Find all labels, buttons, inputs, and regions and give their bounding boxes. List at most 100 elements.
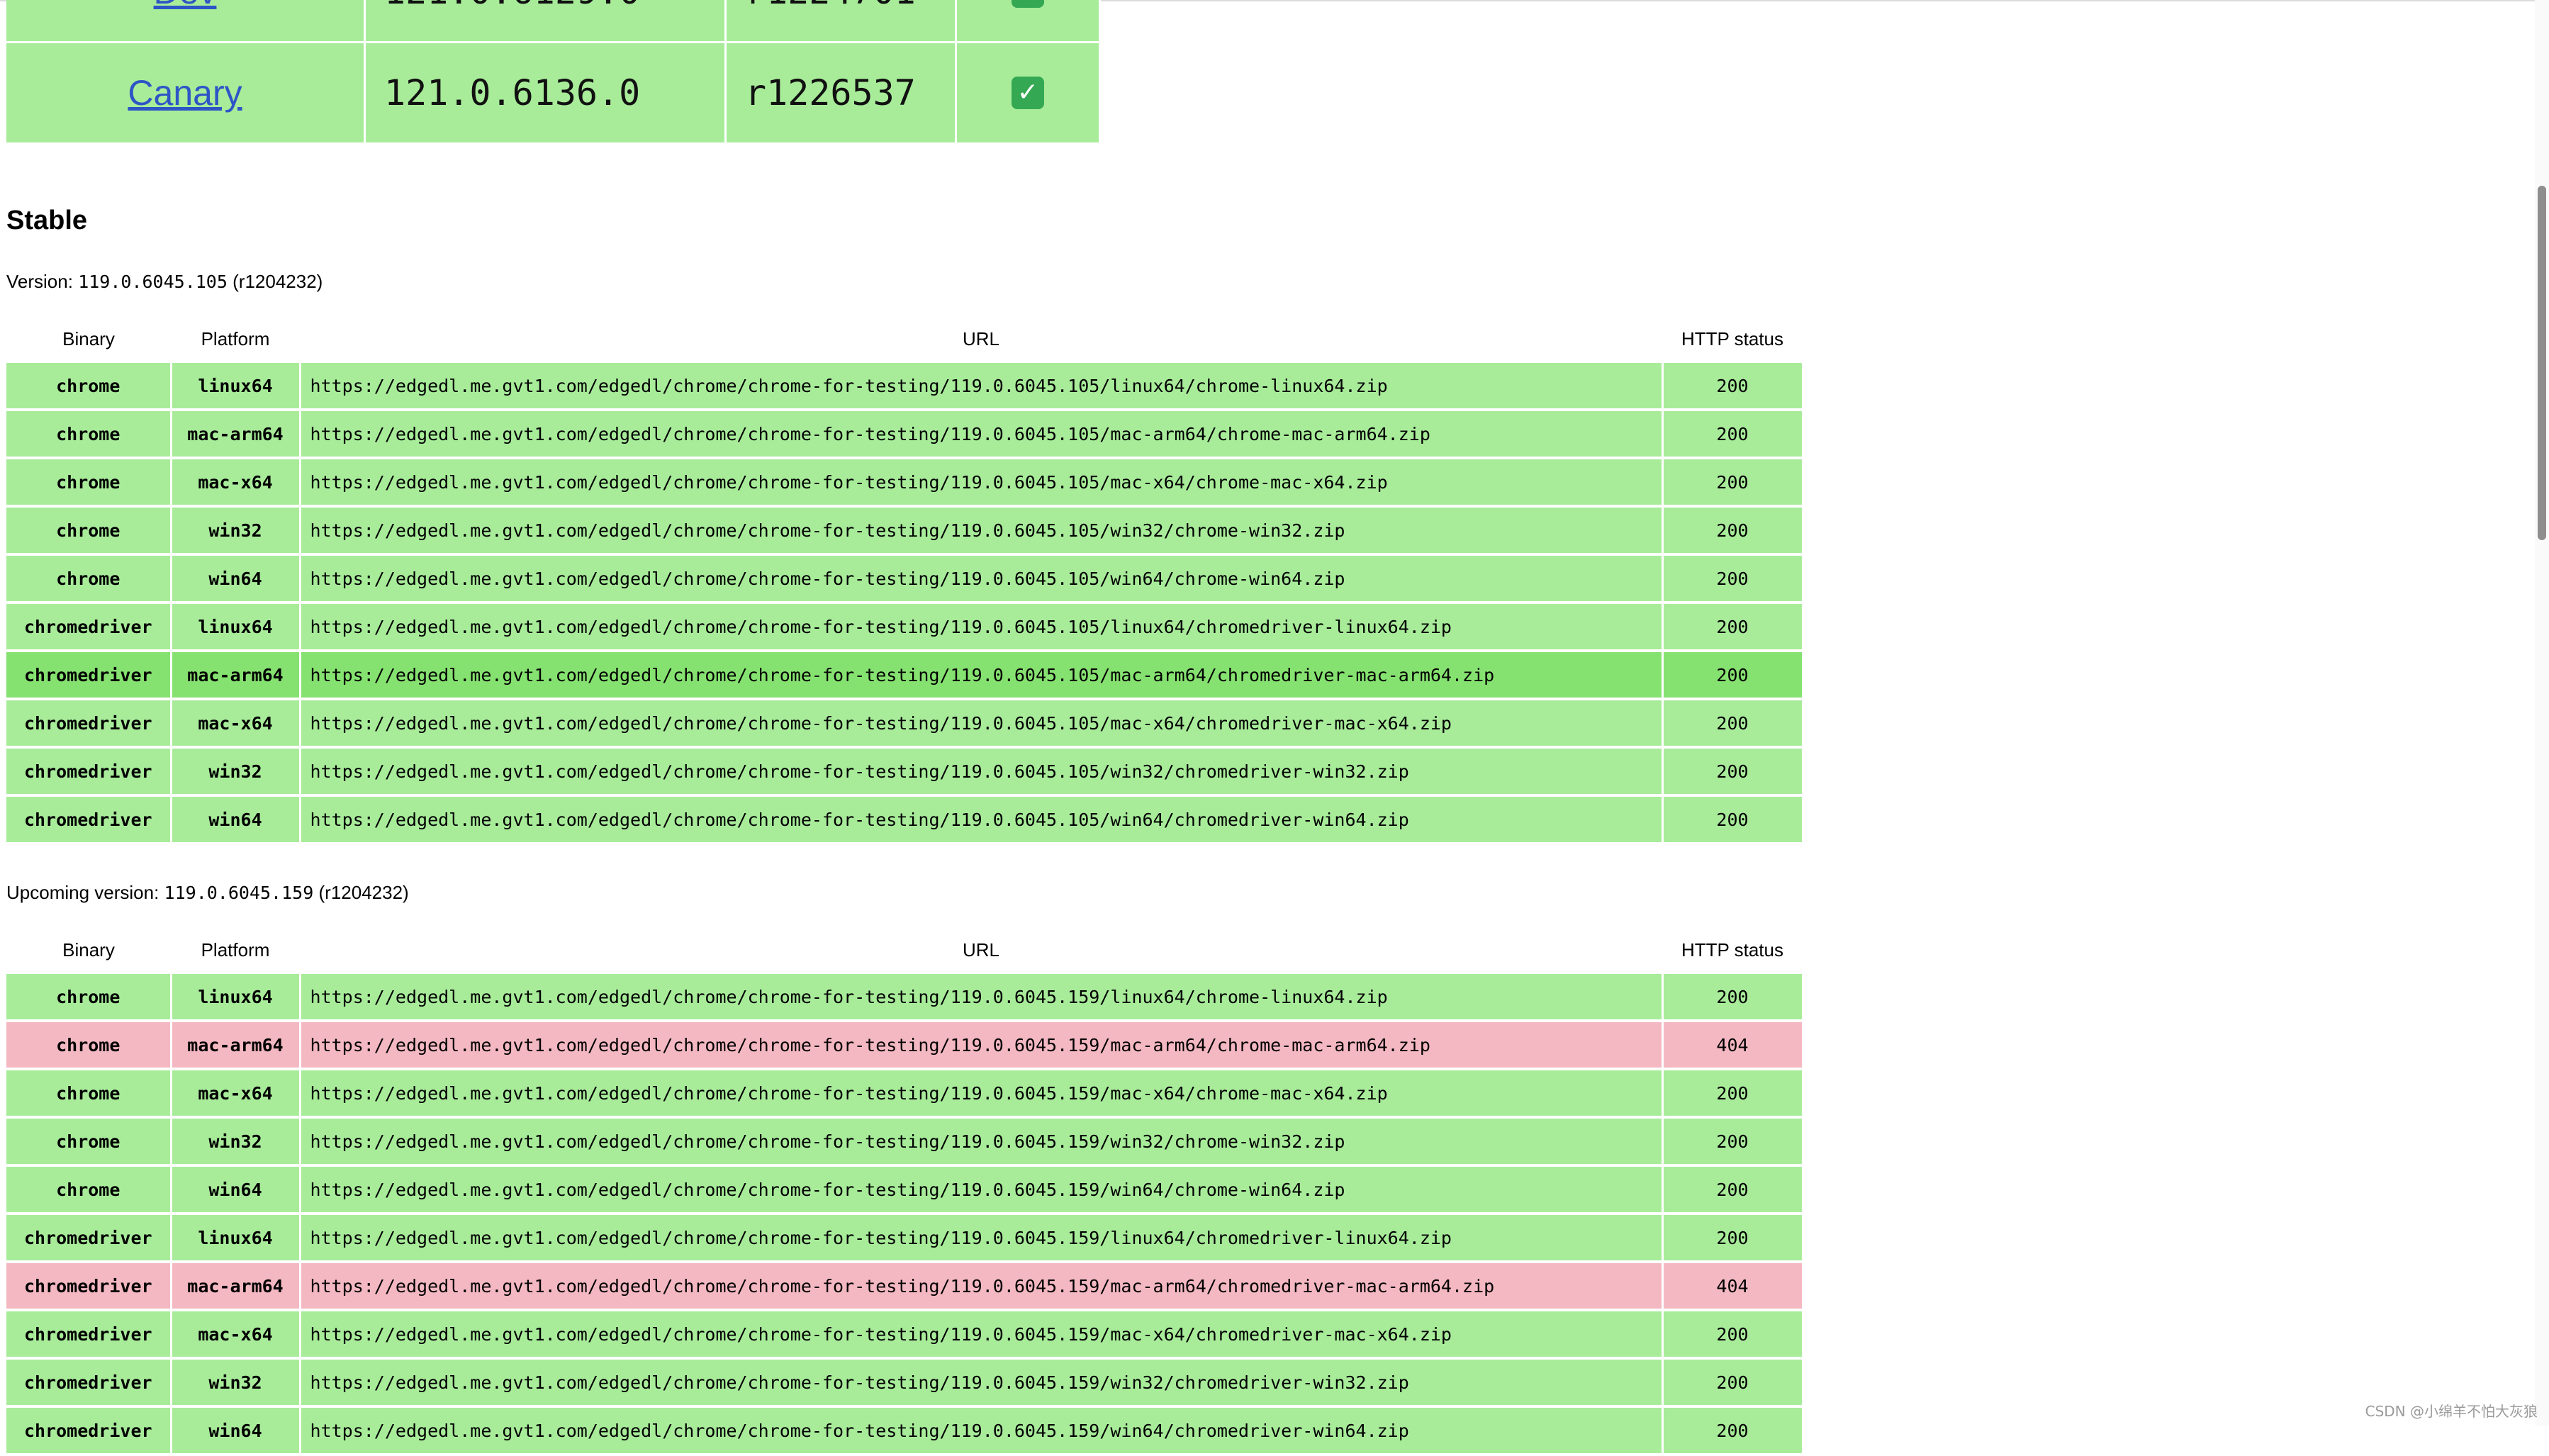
platform-cell: mac-arm64 bbox=[171, 651, 301, 700]
table-row: chrome win64 https://edgedl.me.gvt1.com/ed… bbox=[6, 554, 1804, 604]
url-cell[interactable]: https://edgedl.me.gvt1.com/edgedl/chrome… bbox=[300, 554, 1664, 604]
url-cell[interactable]: https://edgedl.me.gvt1.com/edgedl/chrome… bbox=[300, 1310, 1664, 1360]
url-cell[interactable]: https://edgedl.me.gvt1.com/edgedl/chrome… bbox=[300, 974, 1664, 1022]
platform-cell: mac-x64 bbox=[171, 458, 301, 508]
table-row: chrome mac-arm64 https://edgedl.me.gvt1.co… bbox=[6, 1021, 1804, 1070]
table-row: chromedriver mac-x64 https://edgedl.me.gvt… bbox=[6, 1310, 1804, 1360]
url-cell[interactable]: https://edgedl.me.gvt1.com/edgedl/chrome… bbox=[300, 363, 1664, 411]
column-header-http-status: HTTP status bbox=[1662, 926, 1803, 974]
table-row: chrome win32 https://edgedl.me.gvt1.com/ed… bbox=[6, 1117, 1804, 1167]
binary-cell: chrome bbox=[6, 1165, 172, 1215]
version-revision: (r1204232) bbox=[318, 882, 409, 903]
platform-cell: win64 bbox=[171, 795, 301, 845]
channel-link-canary[interactable]: Canary bbox=[128, 73, 242, 113]
channel-version: 121.0.6136.0 bbox=[384, 72, 641, 113]
table-row: chromedriver mac-x64 https://edgedl.me.gvt… bbox=[6, 699, 1804, 749]
platform-cell: linux64 bbox=[171, 1214, 301, 1263]
version-number: 119.0.6045.159 bbox=[164, 883, 314, 903]
platform-cell: mac-arm64 bbox=[171, 410, 301, 459]
binary-cell: chrome bbox=[6, 1069, 172, 1119]
binary-cell: chrome bbox=[6, 1117, 172, 1167]
url-cell[interactable]: https://edgedl.me.gvt1.com/edgedl/chrome… bbox=[300, 410, 1664, 459]
url-cell[interactable]: https://edgedl.me.gvt1.com/edgedl/chrome… bbox=[300, 1262, 1664, 1311]
table-row: chromedriver mac-arm64 https://edgedl.me.g… bbox=[6, 651, 1804, 700]
platform-cell: linux64 bbox=[171, 363, 301, 411]
table-row: chrome win64 https://edgedl.me.gvt1.com/ed… bbox=[6, 1165, 1804, 1215]
column-header-binary: Binary bbox=[6, 926, 171, 974]
http-status-cell: 200 bbox=[1662, 458, 1804, 508]
channel-version: 121.0.6129.0 bbox=[384, 0, 640, 12]
channel-row-canary: Canary 121.0.6136.0 r1226537 ✓ bbox=[6, 42, 1101, 145]
http-status-cell: 200 bbox=[1662, 363, 1804, 411]
platform-cell: mac-x64 bbox=[171, 1069, 301, 1119]
http-status-cell: 200 bbox=[1662, 1310, 1804, 1360]
url-cell[interactable]: https://edgedl.me.gvt1.com/edgedl/chrome… bbox=[300, 603, 1664, 652]
url-cell[interactable]: https://edgedl.me.gvt1.com/edgedl/chrome… bbox=[300, 1021, 1664, 1070]
table-row: chromedriver win64 https://edgedl.me.gvt1.… bbox=[6, 1406, 1804, 1456]
platform-cell: linux64 bbox=[171, 974, 301, 1022]
binary-cell: chrome bbox=[6, 410, 172, 459]
url-cell[interactable]: https://edgedl.me.gvt1.com/edgedl/chrome… bbox=[300, 1165, 1664, 1215]
http-status-cell: 200 bbox=[1662, 554, 1804, 604]
http-status-cell: 200 bbox=[1662, 603, 1804, 652]
http-status-cell: 200 bbox=[1662, 747, 1804, 797]
version-label: Version: bbox=[6, 271, 73, 292]
binary-cell: chromedriver bbox=[6, 651, 172, 700]
url-cell[interactable]: https://edgedl.me.gvt1.com/edgedl/chrome… bbox=[300, 1117, 1664, 1167]
watermark-text: CSDN @小绵羊不怕大灰狼 bbox=[2365, 1403, 2538, 1420]
http-status-cell: 200 bbox=[1662, 1165, 1804, 1215]
binary-cell: chrome bbox=[6, 363, 172, 411]
url-cell[interactable]: https://edgedl.me.gvt1.com/edgedl/chrome… bbox=[300, 506, 1664, 556]
http-status-cell: 200 bbox=[1662, 699, 1804, 749]
table-header: Binary Platform URL HTTP status bbox=[6, 315, 1803, 363]
upcoming-downloads-table: Binary Platform URL HTTP status chrome li… bbox=[6, 926, 1804, 1456]
table-row: chrome linux64 https://edgedl.me.gvt1.com/… bbox=[6, 974, 1804, 1022]
binary-cell: chromedriver bbox=[6, 747, 172, 797]
vertical-scrollbar[interactable] bbox=[2535, 0, 2549, 1426]
binary-cell: chromedriver bbox=[6, 1358, 172, 1408]
table-row: chromedriver linux64 https://edgedl.me.gvt… bbox=[6, 603, 1804, 652]
table-row: chrome mac-x64 https://edgedl.me.gvt1.com/… bbox=[6, 1069, 1804, 1119]
platform-cell: win64 bbox=[171, 1406, 301, 1456]
stable-downloads-table: Binary Platform URL HTTP status chrome li… bbox=[6, 315, 1804, 845]
http-status-cell: 200 bbox=[1662, 410, 1804, 459]
table-row: chrome mac-arm64 https://edgedl.me.gvt1.co… bbox=[6, 410, 1804, 459]
platform-cell: win32 bbox=[171, 1358, 301, 1408]
scrollbar-thumb[interactable] bbox=[2538, 186, 2546, 540]
platform-cell: linux64 bbox=[171, 603, 301, 652]
binary-cell: chromedriver bbox=[6, 1214, 172, 1263]
http-status-cell: 200 bbox=[1662, 1117, 1804, 1167]
url-cell[interactable]: https://edgedl.me.gvt1.com/edgedl/chrome… bbox=[300, 1406, 1664, 1456]
version-label: Upcoming version: bbox=[6, 882, 159, 903]
column-header-binary: Binary bbox=[6, 315, 171, 363]
url-cell[interactable]: https://edgedl.me.gvt1.com/edgedl/chrome… bbox=[300, 747, 1664, 797]
check-mark-icon: ✓ bbox=[1012, 0, 1044, 8]
url-cell[interactable]: https://edgedl.me.gvt1.com/edgedl/chrome… bbox=[300, 1069, 1664, 1119]
channel-link-dev[interactable]: Dev bbox=[154, 0, 217, 11]
table-row: chromedriver linux64 https://edgedl.me.gvt… bbox=[6, 1214, 1804, 1263]
column-header-http-status: HTTP status bbox=[1662, 315, 1803, 363]
url-cell[interactable]: https://edgedl.me.gvt1.com/edgedl/chrome… bbox=[300, 651, 1664, 700]
http-status-cell: 200 bbox=[1662, 974, 1804, 1022]
http-status-cell: 200 bbox=[1662, 651, 1804, 700]
binary-cell: chromedriver bbox=[6, 1310, 172, 1360]
table-row: chromedriver mac-arm64 https://edgedl.me.g… bbox=[6, 1262, 1804, 1311]
stable-version-line: Version: 119.0.6045.105 (r1204232) bbox=[6, 271, 323, 293]
url-cell[interactable]: https://edgedl.me.gvt1.com/edgedl/chrome… bbox=[300, 795, 1664, 845]
channel-revision: r1224701 bbox=[745, 0, 916, 12]
binary-cell: chrome bbox=[6, 458, 172, 508]
version-number: 119.0.6045.105 bbox=[78, 271, 228, 292]
platform-cell: win32 bbox=[171, 747, 301, 797]
platform-cell: win32 bbox=[171, 506, 301, 556]
platform-cell: mac-arm64 bbox=[171, 1021, 301, 1070]
binary-cell: chromedriver bbox=[6, 1406, 172, 1456]
url-cell[interactable]: https://edgedl.me.gvt1.com/edgedl/chrome… bbox=[300, 1358, 1664, 1408]
binary-cell: chrome bbox=[6, 1021, 172, 1070]
table-row: chromedriver win32 https://edgedl.me.gvt1.… bbox=[6, 1358, 1804, 1408]
url-cell[interactable]: https://edgedl.me.gvt1.com/edgedl/chrome… bbox=[300, 699, 1664, 749]
url-cell[interactable]: https://edgedl.me.gvt1.com/edgedl/chrome… bbox=[300, 458, 1664, 508]
url-cell[interactable]: https://edgedl.me.gvt1.com/edgedl/chrome… bbox=[300, 1214, 1664, 1263]
check-mark-icon: ✓ bbox=[1012, 77, 1044, 109]
channel-row-dev: Dev 121.0.6129.0 r1224701 ✓ bbox=[6, 0, 1101, 43]
http-status-cell: 404 bbox=[1662, 1021, 1804, 1070]
